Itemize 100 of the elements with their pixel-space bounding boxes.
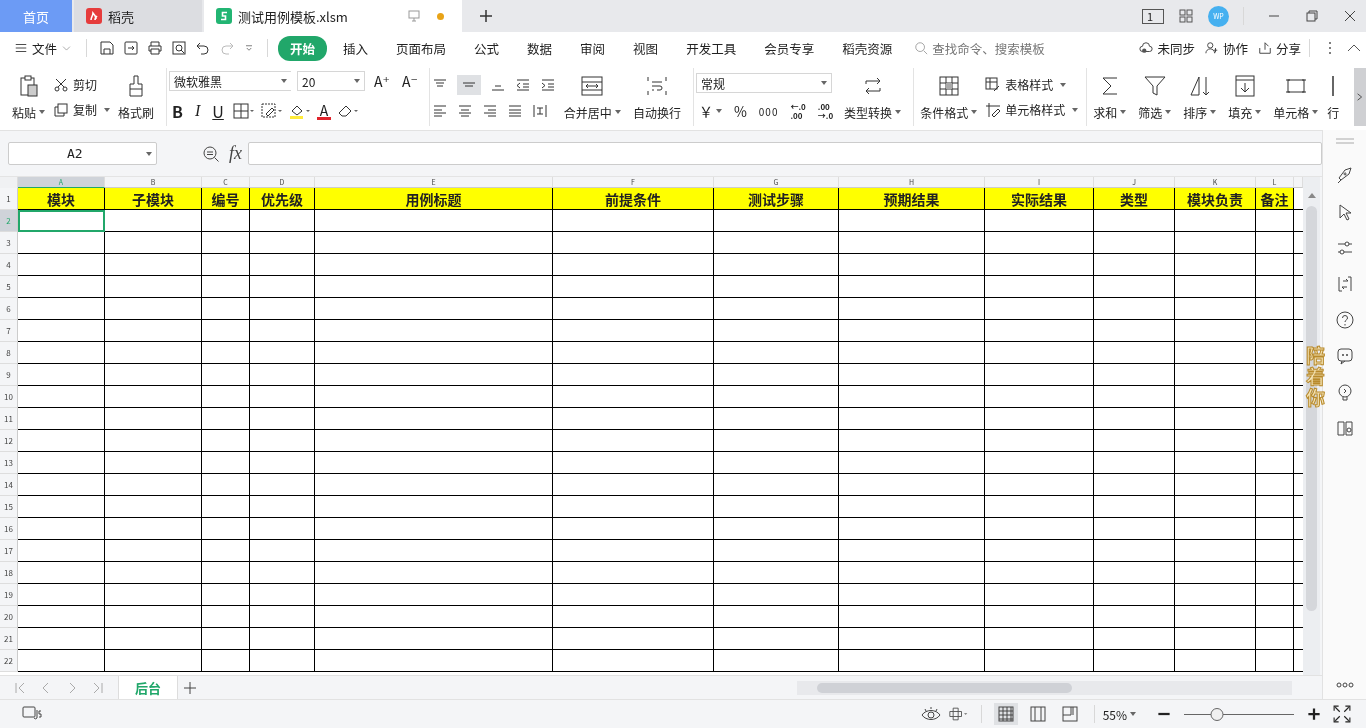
ribbon-tab[interactable]: 稻壳资源	[830, 35, 905, 61]
print-icon[interactable]	[147, 40, 163, 56]
increase-decimal-button[interactable]: ←.0 .00	[787, 102, 809, 120]
decrease-font-button[interactable]: A⁻	[398, 71, 421, 91]
font-size-field[interactable]: 20	[297, 71, 366, 91]
ribbon-tab[interactable]: 页面布局	[384, 35, 459, 61]
restore-icon[interactable]	[1304, 8, 1320, 24]
font-color-button[interactable]: A	[316, 102, 332, 120]
horizontal-scrollbar[interactable]	[797, 680, 1292, 695]
wrap-text-button[interactable]: 自动换行	[628, 73, 685, 121]
export-icon[interactable]	[123, 40, 139, 56]
row-header[interactable]: 3	[0, 232, 18, 254]
share-button[interactable]: 分享	[1258, 38, 1301, 58]
decrease-decimal-button[interactable]: .00 →.0	[814, 102, 837, 120]
ribbon-tab[interactable]: 插入	[331, 35, 381, 61]
ribbon-tab[interactable]: 数据	[515, 35, 565, 61]
ribbon-tab[interactable]: 会员专享	[752, 35, 827, 61]
eraser-icon[interactable]	[337, 103, 360, 119]
first-sheet-icon[interactable]	[14, 681, 26, 694]
name-box[interactable]: A2	[8, 142, 157, 165]
sum-button[interactable]: 求和	[1089, 73, 1131, 121]
cell-style-button[interactable]: 单元格样式	[985, 101, 1079, 118]
distribute-icon[interactable]	[531, 103, 548, 119]
command-search[interactable]: 查找命令、搜索模板	[914, 37, 1085, 59]
decrease-indent-icon[interactable]	[514, 77, 531, 93]
file-menu[interactable]: 文件	[8, 38, 78, 58]
collaborate-button[interactable]: 协作	[1204, 38, 1248, 58]
filter-button[interactable]: 筛选	[1134, 73, 1176, 121]
zoom-level-button[interactable]: 55%	[1102, 705, 1136, 723]
chat-icon[interactable]	[1334, 346, 1355, 366]
formula-field[interactable]	[248, 142, 1322, 165]
row-header[interactable]: 8	[0, 342, 18, 364]
document-tab[interactable]: 稻壳	[74, 0, 202, 32]
row-header[interactable]: 13	[0, 452, 18, 474]
row-header[interactable]: 10	[0, 386, 18, 408]
row-header[interactable]: 1	[0, 188, 18, 210]
number-format-field[interactable]: 常规	[695, 73, 832, 93]
more-icon[interactable]	[1334, 681, 1355, 689]
increase-font-button[interactable]: A⁺	[371, 71, 393, 91]
row-header[interactable]: 17	[0, 540, 18, 562]
row-header[interactable]: 22	[0, 650, 18, 672]
row-header[interactable]: 4	[0, 254, 18, 276]
increase-indent-icon[interactable]	[539, 77, 556, 93]
eye-icon[interactable]	[920, 705, 941, 723]
row-header[interactable]: 21	[0, 628, 18, 650]
row-header[interactable]: 15	[0, 496, 18, 518]
ribbon-tab[interactable]: 开发工具	[674, 35, 749, 61]
drag-handle-icon[interactable]	[1334, 138, 1355, 144]
merge-center-button[interactable]: 合并居中	[559, 73, 625, 121]
crosshair-icon[interactable]	[948, 705, 969, 723]
align-right-icon[interactable]	[481, 103, 498, 119]
sort-button[interactable]: 排序	[1179, 73, 1221, 121]
align-left-icon[interactable]	[431, 103, 448, 119]
percent-button[interactable]: %	[730, 101, 750, 121]
row-header[interactable]: 18	[0, 562, 18, 584]
normal-view-icon[interactable]	[993, 703, 1018, 725]
sync-status-button[interactable]: 未同步	[1139, 38, 1195, 58]
cells-button[interactable]: 单元格	[1269, 73, 1323, 121]
cut-button[interactable]: 剪切	[53, 76, 111, 93]
row-header[interactable]: 5	[0, 276, 18, 298]
last-sheet-icon[interactable]	[92, 681, 104, 694]
row-header[interactable]: 16	[0, 518, 18, 540]
function-button[interactable]: fx	[229, 143, 242, 164]
fullscreen-icon[interactable]	[1332, 705, 1352, 723]
row-header[interactable]: 9	[0, 364, 18, 386]
book-icon[interactable]	[1334, 418, 1355, 438]
ribbon-tab[interactable]: 公式	[462, 35, 512, 61]
currency-button[interactable]: ￥	[695, 101, 725, 121]
row-header[interactable]: 14	[0, 474, 18, 496]
format-painter-button[interactable]: 格式刷	[114, 73, 159, 121]
underline-button[interactable]: U	[209, 99, 227, 123]
row-header[interactable]: 19	[0, 584, 18, 606]
cell-format-icon[interactable]	[260, 103, 283, 119]
scroll-up-icon[interactable]	[1307, 193, 1316, 198]
print-preview-icon[interactable]	[171, 40, 187, 56]
grid-icon[interactable]	[1178, 8, 1194, 24]
conditional-format-button[interactable]: 条件格式	[916, 73, 982, 121]
convert-type-button[interactable]: 类型转换	[840, 73, 906, 121]
undo-icon[interactable]	[195, 40, 211, 56]
justify-icon[interactable]	[506, 103, 523, 119]
table-style-button[interactable]: 表格样式	[985, 76, 1079, 93]
zoom-icon[interactable]	[202, 144, 220, 163]
row-header[interactable]: 6	[0, 298, 18, 320]
ribbon-tab[interactable]: 视图	[621, 35, 671, 61]
bold-button[interactable]: B	[169, 99, 186, 123]
rows-button[interactable]: 行	[1326, 73, 1341, 121]
close-icon[interactable]	[1342, 8, 1358, 24]
row-header[interactable]: 20	[0, 606, 18, 628]
align-center-icon[interactable]	[456, 103, 473, 119]
document-tab[interactable]: 测试用例模板.xlsm	[204, 0, 462, 32]
copy-button[interactable]: 复制	[53, 101, 111, 118]
monitor-icon[interactable]	[407, 9, 421, 23]
paste-button[interactable]: 粘贴	[8, 73, 49, 121]
italic-button[interactable]: I	[191, 102, 204, 120]
border-icon[interactable]	[232, 103, 255, 119]
row-header[interactable]: 11	[0, 408, 18, 430]
help-icon[interactable]	[1334, 310, 1355, 330]
save-icon[interactable]	[99, 40, 115, 56]
font-name-field[interactable]: 微软雅黑	[169, 71, 292, 91]
ribbon-tab[interactable]: 审阅	[568, 35, 618, 61]
